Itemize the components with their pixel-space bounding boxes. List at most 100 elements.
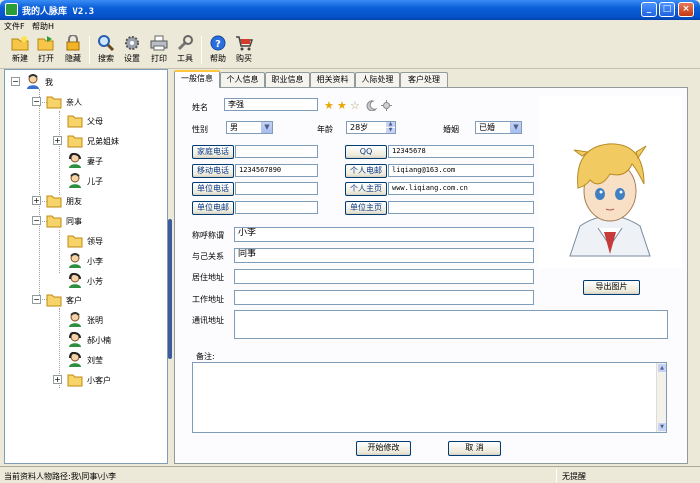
company-site-field[interactable] bbox=[388, 201, 534, 214]
work-phone-button[interactable]: 单位电话 bbox=[192, 182, 234, 196]
tree-line bbox=[39, 89, 40, 299]
age-value: 28岁 bbox=[350, 123, 369, 132]
scroll-up-icon[interactable]: ▲ bbox=[658, 364, 666, 372]
chevron-down-icon[interactable]: ▼ bbox=[510, 122, 521, 133]
folder-open-icon bbox=[46, 294, 62, 307]
collapse-toggle[interactable]: − bbox=[11, 77, 20, 86]
tree-label: 郝小楠 bbox=[87, 336, 111, 345]
collapse-toggle[interactable]: − bbox=[32, 97, 41, 106]
notes-scrollbar[interactable]: ▲ ▼ bbox=[656, 363, 666, 432]
tree-label: 小李 bbox=[87, 257, 103, 266]
toolbar-new-button[interactable]: 新建 bbox=[9, 35, 31, 64]
gender-select[interactable]: 男 ▼ bbox=[226, 121, 273, 134]
contact-tree[interactable]: − 我 − 亲人 父母 + 兄弟姐妹 妻子 儿子 + 朋友 − 同事 领导 小李… bbox=[4, 69, 168, 464]
expand-toggle[interactable]: + bbox=[32, 196, 41, 205]
avatar-illustration bbox=[569, 143, 651, 257]
person-icon bbox=[69, 173, 81, 188]
close-button[interactable]: × bbox=[678, 2, 694, 17]
homepage-button[interactable]: 个人主页 bbox=[345, 182, 387, 196]
tree-line bbox=[59, 111, 60, 195]
toolbar-hide-button[interactable]: 隐藏 bbox=[62, 35, 84, 64]
home-phone-field[interactable] bbox=[235, 145, 318, 158]
notes-textarea[interactable]: ▲ ▼ bbox=[192, 362, 667, 433]
toolbar-settings-label: 设置 bbox=[124, 54, 140, 63]
tab-documents[interactable]: 相关资料 bbox=[310, 72, 355, 87]
chevron-down-icon[interactable]: ▼ bbox=[261, 122, 272, 133]
folder-icon bbox=[67, 115, 83, 128]
toolbar-buy-label: 购买 bbox=[236, 54, 252, 63]
tab-career[interactable]: 职业信息 bbox=[265, 72, 310, 87]
work-email-button[interactable]: 单位电邮 bbox=[192, 201, 234, 215]
mobile-field[interactable]: 1234567890 bbox=[235, 164, 318, 177]
rating-star-empty-icon[interactable]: ☆ bbox=[350, 100, 360, 111]
collapse-toggle[interactable]: − bbox=[32, 295, 41, 304]
toolbar-search-button[interactable]: 搜索 bbox=[95, 35, 117, 64]
email-button[interactable]: 个人电邮 bbox=[345, 164, 387, 178]
address-field[interactable] bbox=[234, 269, 534, 284]
rating-star-icon[interactable]: ★ bbox=[324, 100, 334, 111]
toolbar-open-button[interactable]: 打开 bbox=[35, 35, 57, 64]
contact-photo bbox=[538, 96, 682, 268]
toolbar-new-label: 新建 bbox=[12, 54, 28, 63]
marriage-select[interactable]: 已婚 ▼ bbox=[475, 121, 522, 134]
moon-icon[interactable] bbox=[365, 100, 377, 111]
tree-line bbox=[59, 230, 60, 273]
nickname-field[interactable]: 小李 bbox=[234, 227, 534, 242]
minimize-button[interactable]: _ bbox=[641, 2, 657, 17]
homepage-field[interactable]: www.liqiang.com.cn bbox=[388, 182, 534, 195]
nickname-label: 称呼称谓 bbox=[192, 231, 224, 240]
tab-general[interactable]: 一般信息 bbox=[174, 70, 220, 88]
panel-splitter[interactable] bbox=[168, 69, 172, 464]
rating-star-icon[interactable]: ★ bbox=[337, 100, 347, 111]
work-address-field[interactable] bbox=[234, 290, 534, 305]
tree-label: 刘莹 bbox=[87, 356, 103, 365]
relation-field[interactable]: 同事 bbox=[234, 248, 534, 263]
expand-toggle[interactable]: + bbox=[53, 375, 62, 384]
edit-button[interactable]: 开始修改 bbox=[356, 441, 411, 456]
home-phone-button[interactable]: 家庭电话 bbox=[192, 145, 234, 159]
tab-personal[interactable]: 个人信息 bbox=[220, 72, 265, 87]
export-photo-button[interactable]: 导出图片 bbox=[583, 280, 640, 295]
spin-down-icon[interactable]: ▼ bbox=[386, 128, 395, 133]
expand-toggle[interactable]: + bbox=[53, 136, 62, 145]
tree-label: 小客户 bbox=[87, 376, 111, 385]
toolbar-tools-button[interactable]: 工具 bbox=[174, 35, 196, 64]
toolbar-tools-label: 工具 bbox=[177, 54, 193, 63]
title-bar[interactable]: 我的人脉库 V2.3 _ □ × bbox=[0, 0, 700, 20]
collapse-toggle[interactable]: − bbox=[32, 216, 41, 225]
toolbar-buy-button[interactable]: 购买 bbox=[233, 35, 255, 64]
email-field[interactable]: liqiang@163.com bbox=[388, 164, 534, 177]
menu-file[interactable]: 文件F bbox=[4, 21, 25, 32]
age-stepper[interactable]: 28岁 ▲ ▼ bbox=[346, 121, 396, 134]
menu-help[interactable]: 帮助H bbox=[32, 21, 54, 32]
cart-icon bbox=[236, 36, 253, 51]
search-icon bbox=[98, 35, 115, 51]
toolbar-help-button[interactable]: ? 帮助 bbox=[207, 35, 229, 64]
splitter-grip[interactable] bbox=[168, 219, 172, 359]
status-reminder: 无提醒 bbox=[562, 472, 586, 481]
person-female-icon bbox=[69, 153, 81, 168]
person-female-icon bbox=[69, 332, 81, 347]
toolbar-settings-button[interactable]: 设置 bbox=[121, 35, 143, 64]
scroll-down-icon[interactable]: ▼ bbox=[658, 423, 666, 431]
tab-customer[interactable]: 客户处理 bbox=[400, 72, 448, 87]
mobile-button[interactable]: 移动电话 bbox=[192, 164, 234, 178]
qq-field[interactable]: 12345678 bbox=[388, 145, 534, 158]
mail-address-field[interactable] bbox=[234, 310, 668, 339]
maximize-button[interactable]: □ bbox=[659, 2, 675, 17]
qq-button[interactable]: QQ bbox=[345, 145, 387, 159]
person-female-icon bbox=[69, 352, 81, 367]
status-path: 当前资料人物路径:我\同事\小李 bbox=[4, 472, 117, 481]
status-separator bbox=[556, 469, 557, 482]
work-phone-field[interactable] bbox=[235, 182, 318, 195]
tree-label: 我 bbox=[45, 78, 53, 87]
work-email-field[interactable] bbox=[235, 201, 318, 214]
printer-icon bbox=[150, 35, 168, 51]
tree-label: 同事 bbox=[66, 217, 82, 226]
name-field[interactable]: 李强 bbox=[224, 98, 318, 111]
toolbar-print-button[interactable]: 打印 bbox=[148, 35, 170, 64]
sun-icon[interactable] bbox=[381, 100, 392, 111]
tab-relations[interactable]: 人际处理 bbox=[355, 72, 400, 87]
company-site-button[interactable]: 单位主页 bbox=[345, 201, 387, 215]
cancel-button[interactable]: 取 消 bbox=[448, 441, 501, 456]
